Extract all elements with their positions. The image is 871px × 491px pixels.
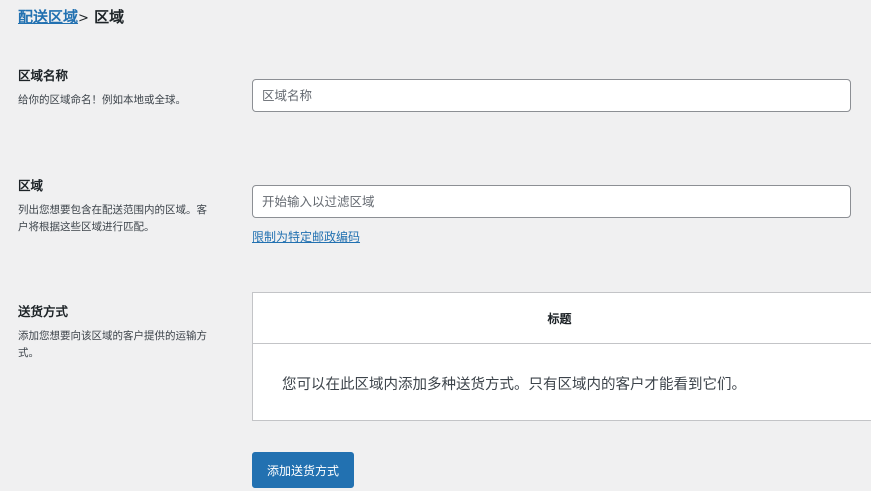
zone-regions-input[interactable] (252, 185, 851, 218)
shipping-methods-label: 送货方式 (18, 304, 69, 319)
zone-regions-description: 列出您想要包含在配送范围内的区域。客户将根据这些区域进行匹配。 (18, 204, 207, 233)
zone-regions-label: 区域 (18, 178, 44, 193)
breadcrumb-shipping-zones-link[interactable]: 配送区域 (18, 8, 78, 26)
shipping-methods-table-header: 标题 (253, 293, 871, 344)
zone-name-label-group: 区域名称 给你的区域命名！例如本地或全球。 (18, 68, 218, 109)
shipping-methods-empty-message: 您可以在此区域内添加多种送货方式。只有区域内的客户才能看到它们。 (282, 376, 746, 393)
shipping-methods-description: 添加您想要向该区域的客户提供的运输方式。 (18, 330, 207, 359)
breadcrumb-separator: > (78, 11, 89, 26)
limit-postcodes-link[interactable]: 限制为特定邮政编码 (252, 228, 360, 245)
shipping-methods-empty-row: 您可以在此区域内添加多种送货方式。只有区域内的客户才能看到它们。 (253, 344, 871, 420)
zone-name-description: 给你的区域命名！例如本地或全球。 (18, 94, 186, 106)
zone-name-label: 区域名称 (18, 68, 69, 83)
zone-name-input[interactable] (252, 79, 851, 112)
page-title: 区域 (94, 8, 125, 26)
shipping-methods-label-group: 送货方式 添加您想要向该区域的客户提供的运输方式。 (18, 304, 214, 362)
breadcrumb: 配送区域> 区域 (18, 7, 124, 29)
zone-regions-label-group: 区域 列出您想要包含在配送范围内的区域。客户将根据这些区域进行匹配。 (18, 178, 214, 236)
column-header-title: 标题 (547, 311, 572, 326)
shipping-methods-table: 标题 您可以在此区域内添加多种送货方式。只有区域内的客户才能看到它们。 (252, 292, 871, 421)
add-shipping-method-button[interactable]: 添加送货方式 (252, 452, 354, 488)
